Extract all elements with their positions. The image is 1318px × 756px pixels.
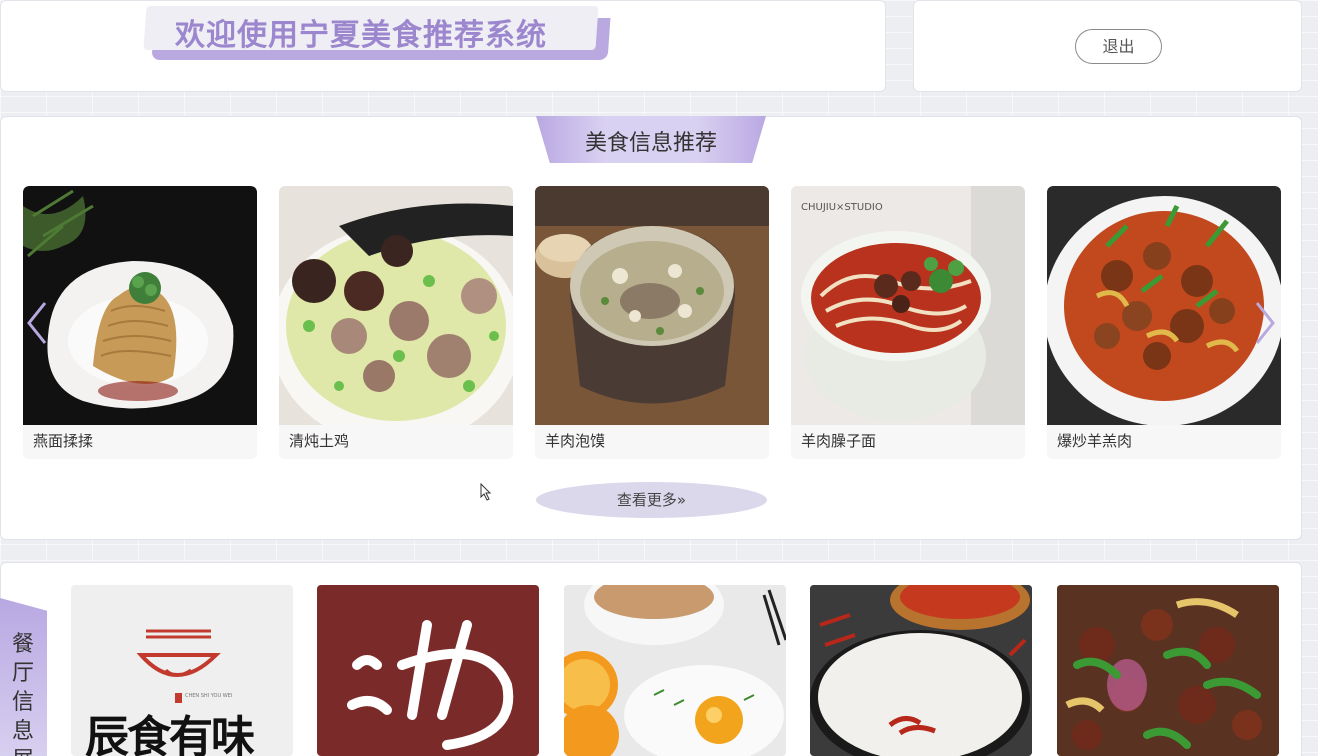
food-name: 羊肉泡馍 xyxy=(545,432,606,450)
food-card[interactable]: 燕面揉揉 xyxy=(23,186,257,459)
food-name: 燕面揉揉 xyxy=(33,432,94,450)
restaurant-section-title: 餐厅信息展 xyxy=(12,632,35,756)
restaurant-card[interactable] xyxy=(564,585,786,756)
restaurant-card[interactable] xyxy=(317,585,539,756)
food-name: 羊肉臊子面 xyxy=(801,432,877,450)
restaurant-logo-icon xyxy=(347,620,514,750)
food-image xyxy=(535,186,769,425)
title-banner: 欢迎使用宁夏美食推荐系统 xyxy=(143,6,611,60)
restaurant-card[interactable]: CHEN SHI YOU WEI 辰食有味 xyxy=(71,585,293,756)
food-card[interactable]: 羊肉泡馍 xyxy=(535,186,769,459)
carousel-prev-arrow-icon[interactable] xyxy=(25,300,49,346)
logout-button[interactable]: 退出 xyxy=(1075,29,1162,64)
page-title: 欢迎使用宁夏美食推荐系统 xyxy=(175,18,547,53)
restaurant-image xyxy=(1057,585,1279,756)
svg-text:CHUJIU×STUDIO: CHUJIU×STUDIO xyxy=(801,202,883,213)
restaurant-card[interactable] xyxy=(1057,585,1279,756)
food-image xyxy=(1047,186,1281,425)
restaurant-card[interactable] xyxy=(810,585,1032,756)
food-recommend-tab: 美食信息推荐 xyxy=(536,116,766,163)
restaurant-image xyxy=(810,585,1032,756)
restaurant-logo-text: 辰食有味 xyxy=(85,712,255,756)
food-image xyxy=(23,186,257,425)
mouse-cursor-icon xyxy=(480,483,492,501)
food-name: 爆炒羊羔肉 xyxy=(1057,432,1133,450)
food-name: 清炖土鸡 xyxy=(289,432,350,450)
food-card[interactable]: 爆炒羊羔肉 xyxy=(1047,186,1281,459)
food-card[interactable]: CHUJIU×STUDIO 羊肉臊子面 xyxy=(791,186,1025,459)
food-recommend-title: 美食信息推荐 xyxy=(584,131,717,156)
food-card[interactable]: 清炖土鸡 xyxy=(279,186,513,459)
food-image xyxy=(279,186,513,425)
food-image: CHUJIU×STUDIO xyxy=(791,186,1025,425)
view-more-button[interactable]: 查看更多» xyxy=(536,482,767,518)
restaurant-logo-subtitle: CHEN SHI YOU WEI xyxy=(185,693,233,699)
restaurant-image xyxy=(564,585,786,756)
carousel-next-arrow-icon[interactable] xyxy=(1253,300,1277,346)
